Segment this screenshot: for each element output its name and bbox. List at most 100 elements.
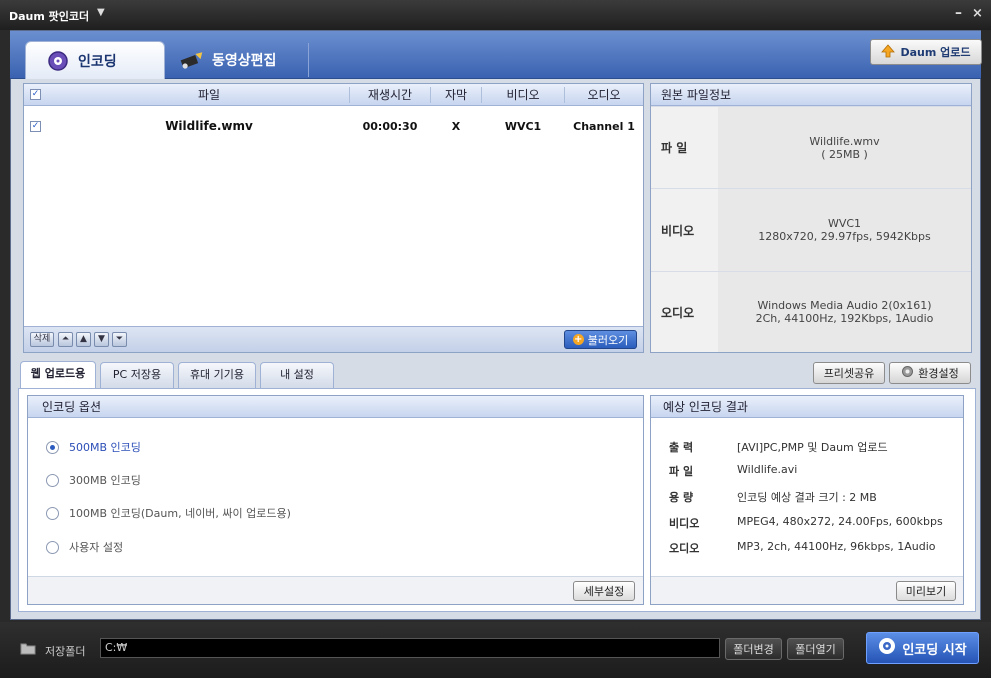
option-500mb[interactable]: 500MB 인코딩 bbox=[46, 439, 141, 455]
tab-video-edit-label: 동영상편집 bbox=[212, 53, 277, 69]
info-value-audio: Windows Media Audio 2(0x161) 2Ch, 44100H… bbox=[718, 272, 971, 352]
load-file-button[interactable]: + 불러오기 bbox=[564, 330, 637, 349]
radio-button-selected[interactable] bbox=[46, 440, 59, 454]
source-video-detail: 1280x720, 29.97fps, 5942Kbps bbox=[758, 230, 931, 243]
app-menu-dropdown[interactable]: ▼ bbox=[97, 7, 105, 18]
move-up-button[interactable]: ▲ bbox=[76, 332, 91, 347]
load-file-label: 불러오기 bbox=[587, 333, 629, 347]
env-settings-label: 환경설정 bbox=[918, 367, 959, 380]
result-value: MP3, 2ch, 44100Hz, 96kbps, 1Audio bbox=[737, 540, 936, 553]
option-custom[interactable]: 사용자 설정 bbox=[46, 539, 123, 555]
move-bottom-button[interactable]: ⏷ bbox=[112, 332, 127, 347]
info-label-file: 파 일 bbox=[651, 107, 718, 188]
minimize-button[interactable]: – bbox=[955, 5, 962, 21]
save-folder-label: 저장폴더 bbox=[45, 645, 86, 658]
file-list-toolbar: 삭제 ⏶ ▲ ▼ ⏷ + 불러오기 bbox=[24, 326, 643, 352]
result-value: Wildlife.avi bbox=[737, 463, 798, 476]
source-info-title: 원본 파일정보 bbox=[651, 84, 971, 106]
save-folder-path[interactable]: C:₩ bbox=[100, 638, 720, 658]
info-row-file: 파 일 Wildlife.wmv ( 25MB ) bbox=[651, 106, 971, 188]
row-checkbox[interactable]: ✓ bbox=[30, 121, 41, 132]
source-audio-detail: 2Ch, 44100Hz, 192Kbps, 1Audio bbox=[755, 312, 934, 325]
option-custom-label: 사용자 설정 bbox=[69, 541, 124, 554]
tab-video-edit[interactable]: 동영상편집 bbox=[168, 41, 308, 79]
source-file-name: Wildlife.wmv bbox=[809, 134, 880, 148]
result-key: 출 력 bbox=[669, 441, 694, 454]
cell-video: WVC1 bbox=[504, 120, 542, 133]
result-row-audio: 오디오 MP3, 2ch, 44100Hz, 96kbps, 1Audio bbox=[669, 540, 935, 556]
encoding-options-footer: 세부설정 bbox=[28, 576, 643, 604]
info-value-file: Wildlife.wmv ( 25MB ) bbox=[718, 107, 971, 188]
tab-encoding[interactable]: 인코딩 bbox=[25, 41, 165, 79]
encoding-options-title: 인코딩 옵션 bbox=[28, 396, 643, 418]
source-info-panel: 원본 파일정보 파 일 Wildlife.wmv ( 25MB ) 비디오 WV… bbox=[650, 83, 972, 353]
tab-web-upload[interactable]: 웹 업로드용 bbox=[20, 361, 96, 389]
encoding-options-panel: 인코딩 옵션 500MB 인코딩 300MB 인코딩 100MB 인코딩(Dau… bbox=[27, 395, 644, 605]
radio-button[interactable] bbox=[46, 506, 59, 520]
app-title: Daum 팟인코더 bbox=[9, 10, 90, 23]
tab-mobile[interactable]: 휴대 기기용 bbox=[178, 362, 256, 388]
plus-icon: + bbox=[572, 334, 584, 345]
option-100mb-label: 100MB 인코딩(Daum, 네이버, 싸이 업로드용) bbox=[69, 507, 291, 520]
env-settings-button[interactable]: 환경설정 bbox=[889, 362, 971, 384]
expected-result-title: 예상 인코딩 결과 bbox=[651, 396, 963, 418]
video-edit-icon bbox=[180, 48, 204, 72]
info-row-audio: 오디오 Windows Media Audio 2(0x161) 2Ch, 44… bbox=[651, 271, 971, 352]
expected-result-footer: 미리보기 bbox=[651, 576, 963, 604]
folder-icon bbox=[20, 642, 36, 658]
preview-button[interactable]: 미리보기 bbox=[896, 581, 956, 601]
upload-arrow-icon bbox=[881, 43, 896, 61]
info-label-video: 비디오 bbox=[651, 189, 718, 271]
cell-subtitle: X bbox=[451, 120, 461, 133]
option-300mb-label: 300MB 인코딩 bbox=[69, 474, 141, 487]
expected-result-panel: 예상 인코딩 결과 출 력 [AVI]PC,PMP 및 Daum 업로드 파 일… bbox=[650, 395, 964, 605]
start-encoding-label: 인코딩 시작 bbox=[902, 642, 967, 658]
info-label-audio: 오디오 bbox=[651, 272, 718, 352]
delete-button[interactable]: 삭제 bbox=[30, 332, 54, 347]
close-button[interactable]: × bbox=[972, 6, 983, 21]
result-value: [AVI]PC,PMP 및 Daum 업로드 bbox=[737, 441, 888, 454]
preset-share-button[interactable]: 프리셋공유 bbox=[813, 362, 885, 384]
gear-icon bbox=[901, 365, 914, 381]
encoding-options-title-text: 인코딩 옵션 bbox=[42, 400, 102, 414]
table-row[interactable]: ✓ Wildlife.wmv 00:00:30 X WVC1 Channel 1 bbox=[24, 84, 643, 134]
open-folder-button[interactable]: 폴더열기 bbox=[787, 638, 844, 660]
cell-duration: 00:00:30 bbox=[362, 120, 418, 133]
result-row-output: 출 력 [AVI]PC,PMP 및 Daum 업로드 bbox=[669, 439, 888, 455]
tab-my-settings[interactable]: 내 설정 bbox=[260, 362, 334, 388]
source-audio-codec: Windows Media Audio 2(0x161) bbox=[757, 299, 932, 312]
tab-pc-save[interactable]: PC 저장용 bbox=[100, 362, 174, 388]
detail-settings-button[interactable]: 세부설정 bbox=[573, 581, 635, 601]
change-folder-button[interactable]: 폴더변경 bbox=[725, 638, 782, 660]
title-bar: Daum 팟인코더 ▼ – × bbox=[0, 0, 991, 30]
result-row-video: 비디오 MPEG4, 480x272, 24.00Fps, 600kbps bbox=[669, 515, 943, 531]
result-row-file: 파 일 Wildlife.avi bbox=[669, 463, 797, 479]
radio-button[interactable] bbox=[46, 473, 59, 487]
option-100mb[interactable]: 100MB 인코딩(Daum, 네이버, 싸이 업로드용) bbox=[46, 505, 291, 521]
start-encoding-button[interactable]: 인코딩 시작 bbox=[866, 632, 979, 664]
cell-audio: Channel 1 bbox=[573, 120, 635, 133]
radio-button[interactable] bbox=[46, 540, 59, 554]
option-500mb-label: 500MB 인코딩 bbox=[69, 441, 141, 454]
daum-upload-label: Daum 업로드 bbox=[900, 46, 971, 59]
result-key: 파 일 bbox=[669, 465, 694, 478]
result-key: 용 량 bbox=[669, 491, 694, 504]
source-video-codec: WVC1 bbox=[827, 217, 862, 230]
info-value-video: WVC1 1280x720, 29.97fps, 5942Kbps bbox=[718, 189, 971, 271]
move-down-button[interactable]: ▼ bbox=[94, 332, 109, 347]
tab-encoding-label: 인코딩 bbox=[78, 53, 117, 70]
result-row-size: 용 량 인코딩 예상 결과 크기 : 2 MB bbox=[669, 489, 877, 505]
source-file-size: ( 25MB ) bbox=[821, 147, 868, 161]
tab-divider bbox=[308, 43, 309, 77]
daum-upload-button[interactable]: Daum 업로드 bbox=[870, 39, 982, 65]
cell-file: Wildlife.wmv bbox=[165, 119, 253, 133]
move-top-button[interactable]: ⏶ bbox=[58, 332, 73, 347]
result-key: 비디오 bbox=[669, 517, 700, 530]
start-encoding-icon bbox=[878, 637, 896, 659]
expected-result-title-text: 예상 인코딩 결과 bbox=[663, 400, 748, 414]
result-value: MPEG4, 480x272, 24.00Fps, 600kbps bbox=[737, 515, 943, 528]
encoding-disc-icon bbox=[46, 49, 70, 73]
source-info-title-text: 원본 파일정보 bbox=[661, 88, 732, 102]
option-300mb[interactable]: 300MB 인코딩 bbox=[46, 472, 141, 488]
info-row-video: 비디오 WVC1 1280x720, 29.97fps, 5942Kbps bbox=[651, 188, 971, 271]
